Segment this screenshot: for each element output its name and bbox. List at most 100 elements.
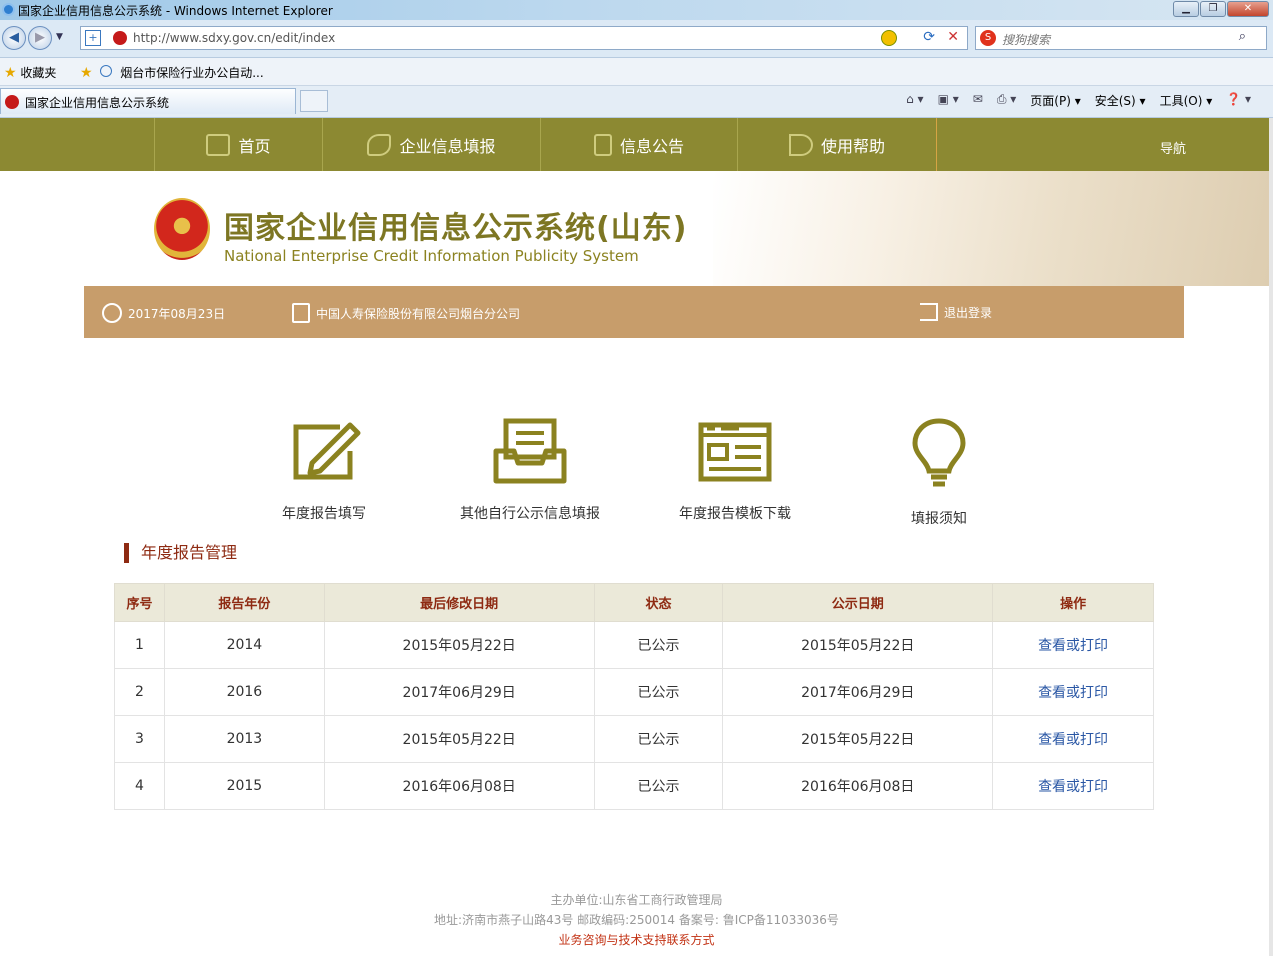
- view-print-link[interactable]: 查看或打印: [992, 762, 1154, 810]
- print-icon[interactable]: ⎙ ▾: [997, 92, 1016, 109]
- table-row: 2 2016 2017年06月29日 已公示 2017年06月29日 查看或打印: [114, 668, 1154, 716]
- row-number: 1: [114, 621, 165, 669]
- tools-menu[interactable]: 工具(O) ▾: [1160, 92, 1213, 109]
- nav-item-home[interactable]: 首页: [154, 118, 322, 171]
- column-header: 公示日期: [722, 583, 994, 622]
- refresh-icon[interactable]: ⟳: [923, 29, 935, 45]
- table-header-row: 序号 报告年份 最后修改日期 状态 公示日期 操作: [114, 583, 1154, 622]
- site-subtitle: National Enterprise Credit Information P…: [224, 247, 639, 265]
- window-controls: ▁ ❐ ✕: [1173, 1, 1269, 17]
- quick-action-label: 填报须知: [911, 511, 967, 527]
- tab-favicon-icon: [5, 95, 19, 109]
- table-row: 4 2015 2016年06月08日 已公示 2016年06月08日 查看或打印: [114, 762, 1154, 810]
- search-box[interactable]: S 搜狗搜索 ⌕: [975, 26, 1267, 50]
- mail-icon[interactable]: ✉: [973, 92, 983, 109]
- favorite-link[interactable]: ★ 烟台市保险行业办公自动...: [80, 64, 264, 81]
- publish-date: 2017年06月29日: [722, 668, 994, 716]
- view-print-link[interactable]: 查看或打印: [992, 715, 1154, 763]
- section-title: 年度报告管理: [124, 543, 237, 563]
- add-favorite-icon: ★: [80, 65, 93, 81]
- report-year: 2013: [163, 715, 325, 763]
- stop-icon[interactable]: ✕: [947, 29, 959, 45]
- column-header: 最后修改日期: [323, 583, 595, 622]
- back-button[interactable]: ◀: [2, 26, 26, 50]
- page-footer: 主办单位:山东省工商行政管理局 地址:济南市燕子山路43号 邮政编码:25001…: [0, 890, 1273, 950]
- last-modified: 2015年05月22日: [323, 621, 595, 669]
- search-input[interactable]: 搜狗搜索: [1002, 31, 1050, 48]
- quick-action-label: 年度报告填写: [282, 506, 366, 522]
- row-number: 4: [114, 762, 165, 810]
- safety-menu[interactable]: 安全(S) ▾: [1095, 92, 1146, 109]
- history-dropdown-icon[interactable]: ▼: [56, 32, 63, 42]
- status: 已公示: [593, 668, 724, 716]
- nav-item-info-filing[interactable]: 企业信息填报: [322, 118, 540, 171]
- view-print-link[interactable]: 查看或打印: [992, 668, 1154, 716]
- report-year: 2015: [163, 762, 325, 810]
- current-date: 2017年08月23日: [102, 303, 225, 323]
- forward-button[interactable]: ▶: [28, 26, 52, 50]
- clock-icon: [102, 303, 122, 323]
- publish-date: 2015年05月22日: [722, 621, 994, 669]
- window-title: 国家企业信用信息公示系统 - Windows Internet Explorer: [18, 4, 333, 18]
- footer-host: 主办单位:山东省工商行政管理局: [550, 893, 723, 907]
- id-badge-icon: [292, 303, 310, 323]
- ie-logo-icon: [2, 3, 15, 16]
- filing-notice-button[interactable]: 填报须知: [849, 415, 1029, 528]
- url-text[interactable]: http://www.sdxy.gov.cn/edit/index: [133, 31, 335, 45]
- new-tab-button[interactable]: [300, 90, 328, 112]
- feeds-icon[interactable]: ▣ ▾: [938, 92, 959, 109]
- document-icon: [593, 133, 612, 156]
- annual-report-fill-button[interactable]: 年度报告填写: [234, 415, 414, 523]
- publish-date: 2016年06月08日: [722, 762, 994, 810]
- favorites-bar: ★ 收藏夹 ★ 烟台市保险行业办公自动...: [0, 58, 1273, 86]
- template-download-button[interactable]: 年度报告模板下载: [645, 415, 825, 523]
- pen-icon: [367, 133, 392, 156]
- table-row: 3 2013 2015年05月22日 已公示 2015年05月22日 查看或打印: [114, 715, 1154, 763]
- report-year: 2014: [163, 621, 325, 669]
- sogou-logo-icon: S: [980, 30, 996, 46]
- site-title: 国家企业信用信息公示系统(山东): [224, 211, 688, 246]
- table-row: 1 2014 2015年05月22日 已公示 2015年05月22日 查看或打印: [114, 621, 1154, 669]
- column-header: 状态: [593, 583, 724, 622]
- home-icon[interactable]: ⌂ ▾: [906, 92, 923, 109]
- logout-icon: [920, 303, 938, 321]
- company-name: 中国人寿保险股份有限公司烟台分公司: [292, 303, 520, 323]
- address-bar[interactable]: + http://www.sdxy.gov.cn/edit/index ⟳ ✕: [80, 26, 968, 50]
- maximize-button[interactable]: ❐: [1200, 1, 1226, 17]
- window-titlebar: 国家企业信用信息公示系统 - Windows Internet Explorer…: [0, 0, 1273, 20]
- site-navbar: 首页 企业信息填报 信息公告 使用帮助 导航: [0, 118, 1273, 171]
- nav-item-help[interactable]: 使用帮助: [737, 118, 937, 171]
- vertical-scrollbar[interactable]: [1269, 118, 1273, 956]
- nav-guide-link[interactable]: 导航: [1160, 138, 1186, 157]
- tab-active[interactable]: 国家企业信用信息公示系统: [0, 88, 296, 114]
- report-year: 2016: [163, 668, 325, 716]
- site-favicon-icon: [113, 31, 127, 45]
- compat-view-icon[interactable]: +: [85, 30, 101, 46]
- row-number: 2: [114, 668, 165, 716]
- monitor-icon: [206, 133, 231, 156]
- template-icon: [698, 422, 772, 482]
- search-icon[interactable]: ⌕: [1239, 29, 1246, 44]
- nav-item-announcements[interactable]: 信息公告: [540, 118, 737, 171]
- user-info-bar: 2017年08月23日 中国人寿保险股份有限公司烟台分公司 退出登录: [84, 286, 1184, 338]
- close-button[interactable]: ✕: [1227, 1, 1269, 17]
- column-header: 报告年份: [163, 583, 325, 622]
- quick-action-label: 年度报告模板下载: [679, 506, 791, 522]
- logout-button[interactable]: 退出登录: [920, 303, 992, 321]
- view-print-link[interactable]: 查看或打印: [992, 621, 1154, 669]
- help-icon[interactable]: ❓ ▾: [1226, 92, 1251, 109]
- page-menu[interactable]: 页面(P) ▾: [1030, 92, 1080, 109]
- star-icon: ★: [4, 65, 17, 81]
- footer-contact-link[interactable]: 业务咨询与技术支持联系方式: [0, 930, 1273, 950]
- other-disclosure-button[interactable]: 其他自行公示信息填报: [440, 415, 620, 523]
- site-banner: 国家企业信用信息公示系统(山东) National Enterprise Cre…: [0, 171, 1273, 286]
- lightbulb-icon: [912, 418, 966, 487]
- mountain-background: [713, 171, 1273, 286]
- command-bar: ⌂ ▾ ▣ ▾ ✉ ⎙ ▾ 页面(P) ▾ 安全(S) ▾ 工具(O) ▾ ❓ …: [906, 92, 1251, 109]
- tab-bar: 国家企业信用信息公示系统 ⌂ ▾ ▣ ▾ ✉ ⎙ ▾ 页面(P) ▾ 安全(S)…: [0, 86, 1273, 118]
- favorites-button[interactable]: ★ 收藏夹: [4, 64, 56, 81]
- minimize-button[interactable]: ▁: [1173, 1, 1199, 17]
- edit-icon: [293, 422, 361, 480]
- security-status-icon[interactable]: [881, 30, 897, 46]
- national-emblem-icon: [154, 198, 210, 260]
